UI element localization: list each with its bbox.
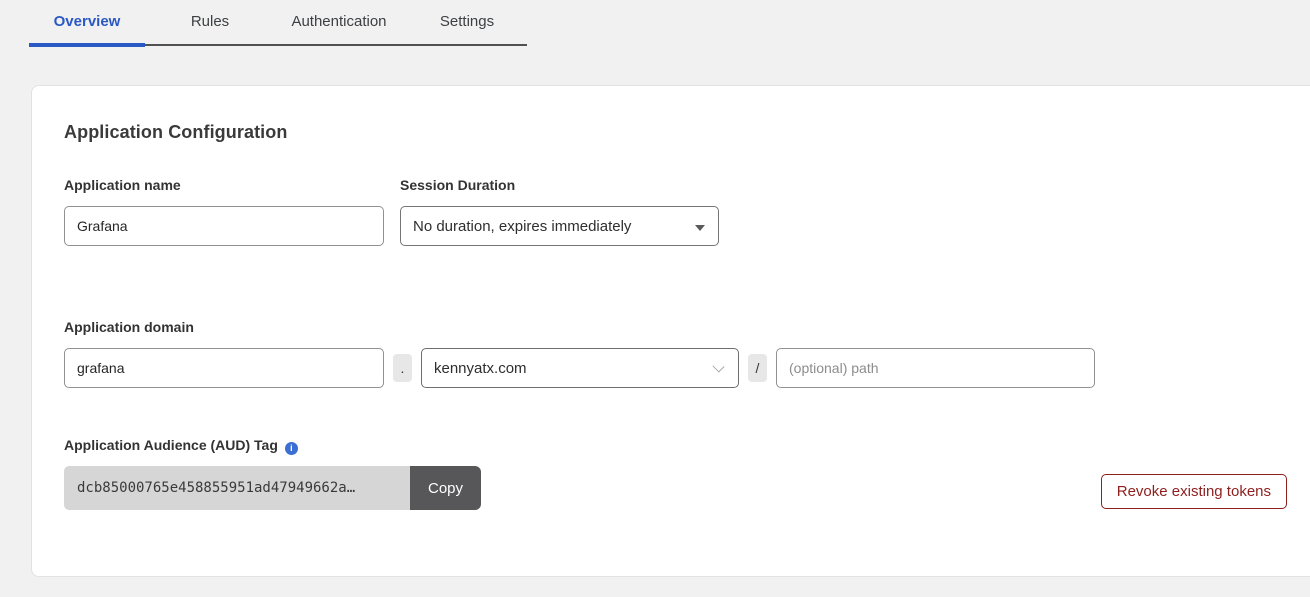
aud-tag-label-text: Application Audience (AUD) Tag — [64, 437, 278, 453]
chevron-down-icon — [712, 360, 724, 372]
application-domain-label: Application domain — [64, 319, 194, 335]
caret-down-icon — [695, 225, 705, 231]
tab-rules[interactable]: Rules — [168, 0, 252, 44]
application-name-label: Application name — [64, 177, 181, 193]
info-icon[interactable]: i — [285, 442, 298, 455]
aud-tag-value: dcb85000765e458855951ad47949662a… — [64, 466, 410, 510]
tab-overview[interactable]: Overview — [29, 0, 145, 44]
session-duration-select[interactable]: No duration, expires immediately — [400, 206, 719, 246]
tab-authentication-label: Authentication — [291, 13, 386, 30]
revoke-existing-tokens-button[interactable]: Revoke existing tokens — [1101, 474, 1287, 509]
application-domain-row: . kennyatx.com / — [64, 348, 1095, 388]
tab-rules-label: Rules — [191, 13, 229, 30]
subdomain-input[interactable] — [64, 348, 384, 388]
tab-settings[interactable]: Settings — [425, 0, 509, 44]
application-configuration-card: Application Configuration Application na… — [31, 85, 1310, 577]
aud-tag-row: dcb85000765e458855951ad47949662a… Copy — [64, 466, 481, 510]
tab-settings-label: Settings — [440, 13, 494, 30]
path-input[interactable] — [776, 348, 1095, 388]
slash-separator: / — [748, 354, 767, 382]
active-tab-indicator — [29, 43, 145, 47]
aud-tag-label: Application Audience (AUD) Tag i — [64, 437, 298, 455]
application-name-input[interactable] — [64, 206, 384, 246]
card-title: Application Configuration — [64, 122, 287, 143]
tab-overview-label: Overview — [54, 13, 121, 30]
tab-bar: Overview Rules Authentication Settings — [29, 0, 527, 46]
copy-button[interactable]: Copy — [410, 466, 481, 510]
session-duration-selected-value: No duration, expires immediately — [413, 218, 631, 235]
domain-select[interactable]: kennyatx.com — [421, 348, 739, 388]
tab-authentication[interactable]: Authentication — [281, 0, 397, 44]
domain-selected-value: kennyatx.com — [434, 360, 527, 377]
session-duration-label: Session Duration — [400, 177, 515, 193]
dot-separator: . — [393, 354, 412, 382]
